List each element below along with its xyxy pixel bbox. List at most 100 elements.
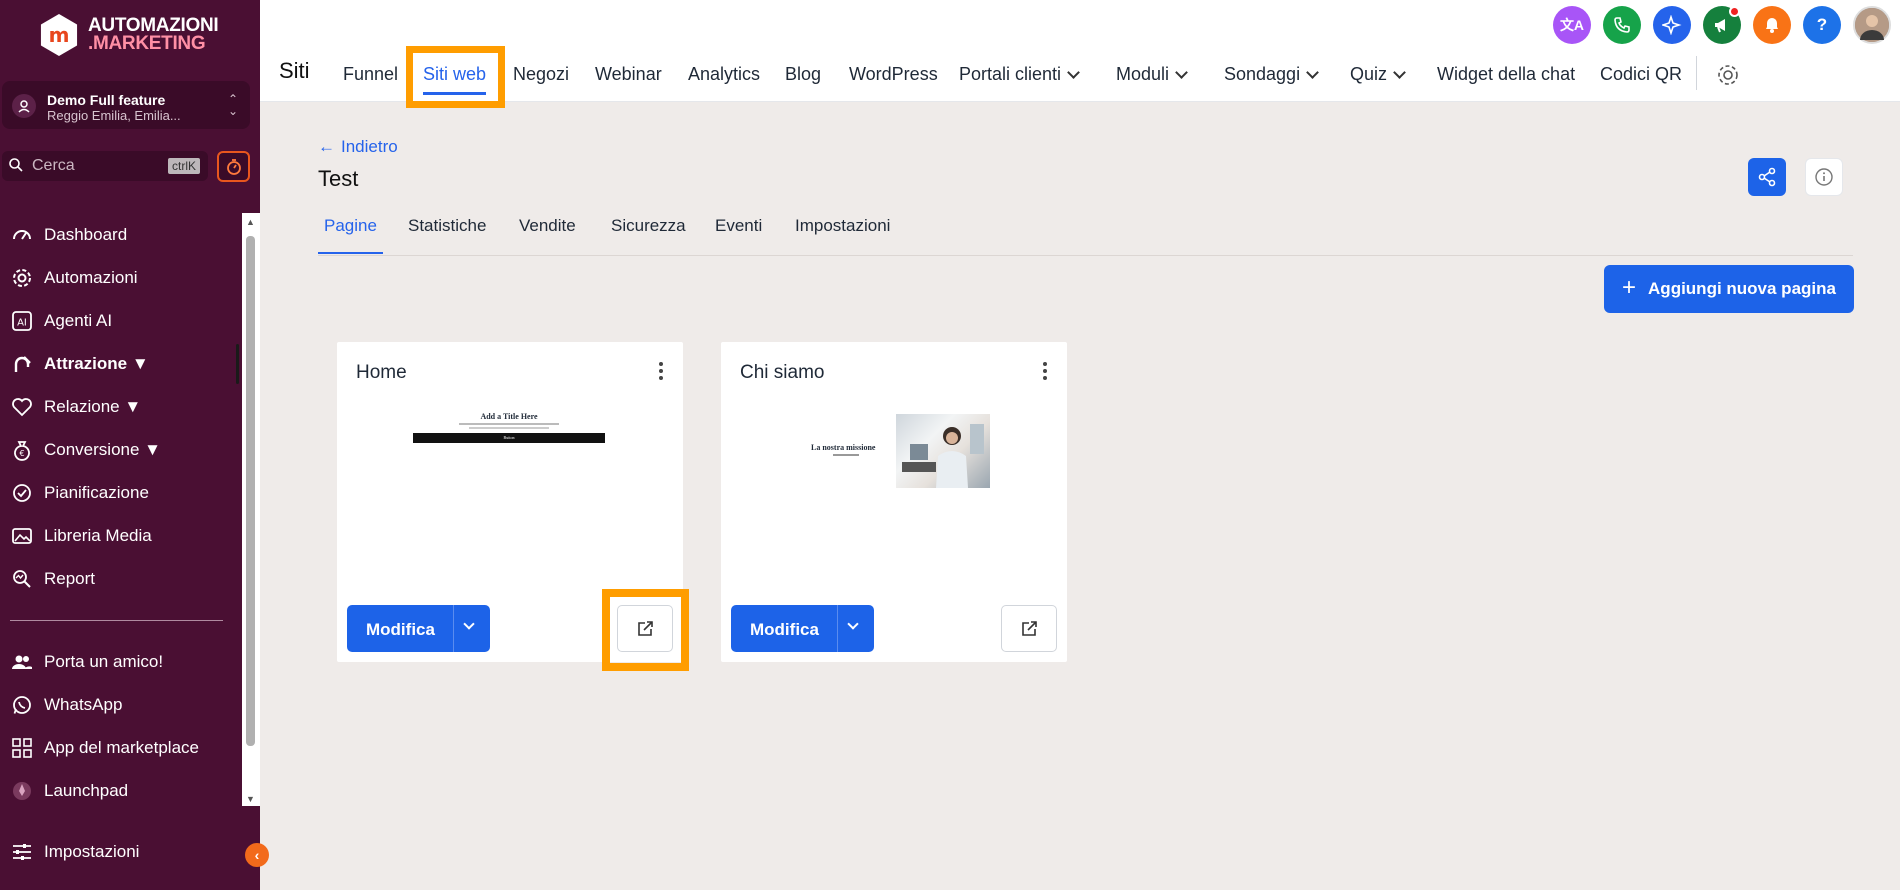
tab-wordpress[interactable]: WordPress: [849, 64, 938, 85]
search-icon: [9, 158, 23, 172]
arrow-left-icon: ←: [318, 137, 335, 156]
announcements-button[interactable]: [1703, 6, 1741, 44]
user-avatar[interactable]: [1853, 6, 1891, 44]
translate-button[interactable]: 文A: [1553, 6, 1591, 44]
chevron-down-icon[interactable]: [847, 618, 859, 630]
grid-icon: [10, 736, 34, 760]
subtab-statistiche[interactable]: Statistiche: [408, 216, 486, 236]
brand-logo[interactable]: m AUTOMAZIONI .MARKETING: [38, 14, 219, 56]
money-bag-icon: €: [10, 438, 34, 462]
phone-icon: [1614, 17, 1630, 33]
account-switcher[interactable]: Demo Full feature Reggio Emilia, Emilia.…: [2, 81, 250, 129]
brand-line2: .MARKETING: [88, 33, 206, 54]
sidebar-item-pianificazione[interactable]: Pianificazione: [10, 478, 149, 508]
tab-moduli[interactable]: Moduli: [1116, 64, 1188, 85]
scroll-up-icon[interactable]: ▲: [246, 217, 255, 227]
chevron-down-icon[interactable]: [463, 618, 475, 630]
info-button[interactable]: [1805, 158, 1843, 196]
tab-separator: [1696, 56, 1697, 90]
edit-button[interactable]: Modifica: [347, 605, 490, 652]
tab-analytics[interactable]: Analytics: [688, 64, 760, 85]
tab-portali-clienti[interactable]: Portali clienti: [959, 64, 1080, 85]
tab-codici-qr[interactable]: Codici QR: [1600, 64, 1682, 85]
sidebar-item-automazioni[interactable]: Automazioni: [10, 263, 138, 293]
subtab-eventi[interactable]: Eventi: [715, 216, 762, 236]
tab-widget-della-chat[interactable]: Widget della chat: [1437, 64, 1575, 85]
gear-icon[interactable]: [1715, 62, 1741, 88]
ai-assistant-button[interactable]: [1653, 6, 1691, 44]
translate-icon: 文A: [1559, 17, 1585, 33]
back-link[interactable]: ← Indietro: [318, 137, 398, 157]
sidebar-item-relazione[interactable]: Relazione ▼: [10, 392, 141, 422]
bell-icon: [1766, 18, 1778, 33]
collapse-sidebar-button[interactable]: ‹: [245, 843, 269, 867]
megaphone-icon: [1715, 19, 1725, 33]
tab-quiz[interactable]: Quiz: [1350, 64, 1406, 85]
scroll-down-icon[interactable]: ▼: [246, 794, 255, 804]
stopwatch-icon: [226, 158, 241, 175]
page-preview-thumbnail[interactable]: La nostra missione: [811, 414, 991, 490]
ai-icon: AI: [10, 309, 34, 333]
page-preview-thumbnail[interactable]: Add a Title Here Button: [413, 412, 605, 443]
sidebar-scrollbar[interactable]: ▲ ▼: [242, 213, 260, 806]
gauge-icon: [10, 223, 34, 247]
section-title: Siti: [279, 58, 310, 83]
share-button[interactable]: [1748, 158, 1786, 196]
chevron-down-icon: [1306, 65, 1319, 79]
subtab-vendite[interactable]: Vendite: [519, 216, 576, 236]
tab-sondaggi[interactable]: Sondaggi: [1224, 64, 1319, 85]
gear-icon: [10, 266, 34, 290]
notifications-button[interactable]: [1753, 6, 1791, 44]
phone-button[interactable]: [1603, 6, 1641, 44]
help-button[interactable]: ?: [1803, 6, 1841, 44]
subtab-impostazioni[interactable]: Impostazioni: [795, 216, 890, 236]
page-subtabs: Pagine Statistiche Vendite Sicurezza Eve…: [318, 214, 1853, 256]
sidebar-item-agenti-ai[interactable]: AI Agenti AI: [10, 306, 112, 336]
sparkle-icon: [1662, 15, 1682, 35]
page-card-title: Home: [356, 362, 407, 383]
highlight-open-external: [602, 589, 689, 671]
sidebar-item-dashboard[interactable]: Dashboard: [10, 220, 127, 250]
add-new-page-button[interactable]: + Aggiungi nuova pagina: [1604, 265, 1854, 313]
page-title: Test: [318, 166, 359, 191]
question-icon: ?: [1816, 15, 1828, 34]
top-navigation: Siti Funnel Siti web Negozi Webinar Anal…: [260, 0, 1900, 102]
tab-negozi[interactable]: Negozi: [513, 64, 569, 85]
subtab-pagine[interactable]: Pagine: [318, 216, 383, 254]
scrollbar-thumb[interactable]: [246, 236, 255, 746]
sidebar-item-launchpad[interactable]: Launchpad: [10, 776, 128, 806]
tab-funnel[interactable]: Funnel: [343, 64, 398, 85]
whatsapp-icon: [10, 693, 34, 717]
sidebar-item-conversione[interactable]: € Conversione ▼: [10, 435, 161, 465]
account-location: Reggio Emilia, Emilia...: [47, 108, 181, 123]
report-icon: [10, 567, 34, 591]
kebab-menu-icon[interactable]: [1043, 362, 1047, 380]
svg-text:€: €: [19, 449, 24, 458]
sidebar-item-app-del-marketplace[interactable]: App del marketplace: [10, 733, 199, 763]
open-external-button[interactable]: [1001, 605, 1057, 652]
info-icon: [1815, 168, 1833, 186]
subtab-sicurezza[interactable]: Sicurezza: [611, 216, 686, 236]
search-shortcut: ctrlK: [168, 158, 200, 174]
users-icon: [10, 650, 34, 674]
edit-button[interactable]: Modifica: [731, 605, 874, 652]
quick-action-button[interactable]: [217, 151, 250, 182]
account-name: Demo Full feature: [47, 92, 166, 108]
sidebar: m AUTOMAZIONI .MARKETING Demo Full featu…: [0, 0, 260, 890]
chevron-left-icon: ‹: [254, 847, 260, 863]
image-icon: [10, 524, 34, 548]
sidebar-item-whatsapp[interactable]: WhatsApp: [10, 690, 122, 720]
location-pin-icon: [12, 94, 36, 118]
sidebar-item-libreria-media[interactable]: Libreria Media: [10, 521, 152, 551]
active-indicator: [236, 344, 239, 384]
sidebar-item-impostazioni[interactable]: Impostazioni: [10, 837, 139, 867]
kebab-menu-icon[interactable]: [659, 362, 663, 380]
notification-dot: [1729, 6, 1740, 17]
tab-webinar[interactable]: Webinar: [595, 64, 662, 85]
search-input[interactable]: Cerca ctrlK: [2, 151, 208, 181]
tab-blog[interactable]: Blog: [785, 64, 821, 85]
page-card-title: Chi siamo: [740, 362, 825, 383]
sidebar-item-attrazione[interactable]: Attrazione ▼: [10, 349, 149, 379]
sidebar-item-porta-un-amico[interactable]: Porta un amico!: [10, 647, 163, 677]
sidebar-item-report[interactable]: Report: [10, 564, 95, 594]
